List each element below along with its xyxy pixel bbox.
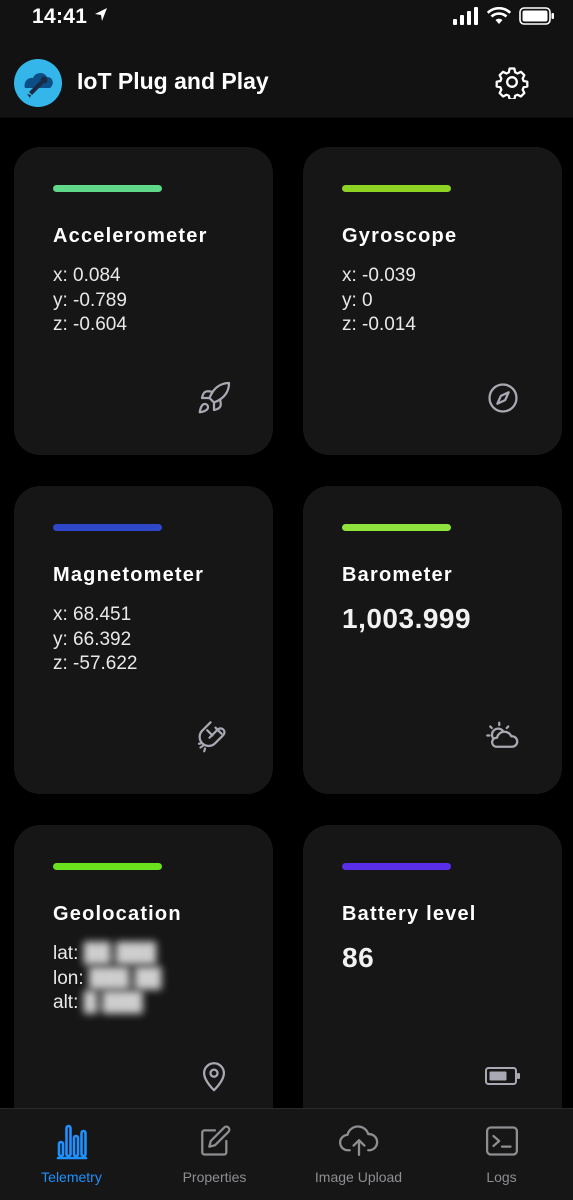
battery-value: 86 xyxy=(342,942,375,973)
battery-accent-bar xyxy=(342,863,451,870)
battery-level-card[interactable]: Battery level 86 xyxy=(303,825,562,1133)
accelerometer-title: Accelerometer xyxy=(53,225,208,247)
gyroscope-card[interactable]: Gyroscope x: -0.039 y: 0 z: -0.014 xyxy=(303,147,562,455)
bar-chart-icon xyxy=(52,1121,92,1161)
geolocation-alt-row: alt: █.███ xyxy=(53,991,162,1016)
cloud-upload-icon xyxy=(338,1121,379,1161)
status-bar: 14:41 xyxy=(0,0,573,40)
barometer-card[interactable]: Barometer 1,003.999 xyxy=(303,486,562,794)
gyroscope-x: x: -0.039 xyxy=(342,265,416,286)
geolocation-card[interactable]: Geolocation lat: ██.███ lon: ███.██ alt:… xyxy=(14,825,273,1133)
accelerometer-x: x: 0.084 xyxy=(53,265,121,286)
geolocation-lat-row: lat: ██.███ xyxy=(53,942,162,967)
barometer-title: Barometer xyxy=(342,564,453,586)
status-time: 14:41 xyxy=(32,5,88,28)
barometer-value: 1,003.999 xyxy=(342,603,472,634)
magnetometer-x: x: 68.451 xyxy=(53,604,132,625)
barometer-accent-bar xyxy=(342,524,451,531)
battery-icon xyxy=(484,1057,522,1095)
magnetometer-accent-bar xyxy=(53,524,162,531)
cloud-sun-icon xyxy=(484,718,522,756)
app-logo xyxy=(14,59,62,107)
gyroscope-y: y: 0 xyxy=(342,289,373,311)
app-header: IoT Plug and Play xyxy=(0,40,573,118)
geolocation-lon-row: lon: ███.██ xyxy=(53,967,162,992)
magnet-icon xyxy=(195,718,233,756)
map-pin-icon xyxy=(195,1057,233,1095)
gear-icon xyxy=(495,67,529,99)
tab-properties[interactable]: Properties xyxy=(143,1109,286,1200)
wifi-icon xyxy=(487,7,511,24)
location-arrow-icon xyxy=(95,8,107,21)
battery-status-icon xyxy=(519,7,554,25)
battery-title: Battery level xyxy=(342,903,477,925)
magnetometer-y: y: 66.392 xyxy=(53,628,132,650)
magnetometer-values: x: 68.451 y: 66.392 z: -57.622 xyxy=(53,603,138,677)
geolocation-values: lat: ██.███ lon: ███.██ alt: █.███ xyxy=(53,942,162,1016)
gyroscope-accent-bar xyxy=(342,185,451,192)
settings-button[interactable] xyxy=(493,63,531,101)
tab-telemetry[interactable]: Telemetry xyxy=(0,1109,143,1200)
geolocation-accent-bar xyxy=(53,863,162,870)
geolocation-alt-label: alt: xyxy=(53,992,79,1013)
gyroscope-title: Gyroscope xyxy=(342,225,458,247)
gyroscope-z: z: -0.014 xyxy=(342,314,416,335)
terminal-icon xyxy=(482,1121,522,1161)
magnetometer-title: Magnetometer xyxy=(53,564,205,586)
tab-image-upload[interactable]: Image Upload xyxy=(287,1109,430,1200)
geolocation-title: Geolocation xyxy=(53,903,182,925)
accelerometer-card[interactable]: Accelerometer x: 0.084 y: -0.789 z: -0.6… xyxy=(14,147,273,455)
tab-bar: Telemetry Properties Image Upload Logs xyxy=(0,1108,573,1200)
accelerometer-values: x: 0.084 y: -0.789 z: -0.604 xyxy=(53,264,127,338)
tab-logs[interactable]: Logs xyxy=(430,1109,573,1200)
tab-label: Telemetry xyxy=(41,1169,102,1185)
app-title: IoT Plug and Play xyxy=(77,68,269,94)
tab-label: Image Upload xyxy=(314,1169,403,1185)
magnetometer-z: z: -57.622 xyxy=(53,653,138,674)
accelerometer-accent-bar xyxy=(53,185,162,192)
geolocation-lon-redacted: ███.██ xyxy=(88,967,162,989)
tab-label: Logs xyxy=(486,1169,517,1185)
geolocation-lat-redacted: ██.███ xyxy=(83,943,157,964)
compass-icon xyxy=(484,379,522,417)
edit-icon xyxy=(195,1121,235,1161)
magnetometer-card[interactable]: Magnetometer x: 68.451 y: 66.392 z: -57.… xyxy=(14,486,273,794)
tab-label: Properties xyxy=(182,1169,247,1185)
signal-icon xyxy=(453,7,478,25)
geolocation-alt-redacted: █.███ xyxy=(83,992,143,1013)
rocket-icon xyxy=(195,379,233,417)
geolocation-lat-label: lat: xyxy=(53,943,79,964)
gyroscope-values: x: -0.039 y: 0 z: -0.014 xyxy=(342,264,416,338)
geolocation-lon-label: lon: xyxy=(53,967,84,989)
accelerometer-z: z: -0.604 xyxy=(53,314,127,335)
accelerometer-y: y: -0.789 xyxy=(53,289,127,311)
